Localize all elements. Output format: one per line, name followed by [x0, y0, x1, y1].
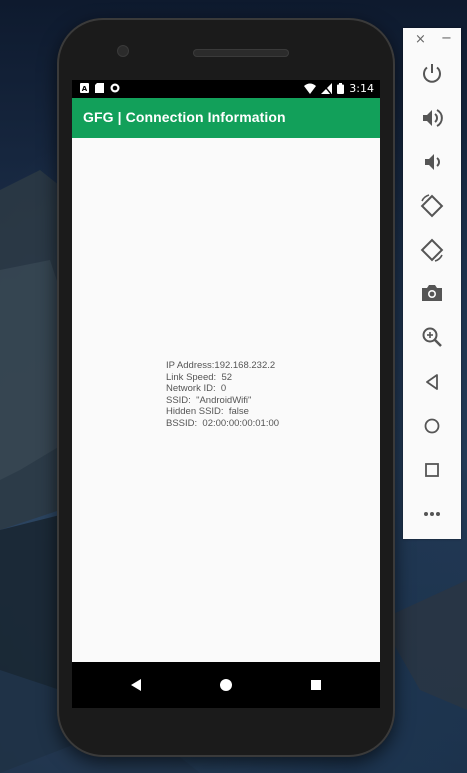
more-icon[interactable]: [419, 501, 445, 527]
status-right-icons: 3:14: [304, 82, 374, 95]
nav-back-icon[interactable]: [124, 673, 148, 697]
back-icon[interactable]: [419, 369, 445, 395]
wifi-icon: [304, 83, 317, 94]
signal-off-icon: [321, 83, 333, 94]
connection-info: IP Address:192.168.232.2 Link Speed: 52 …: [166, 360, 279, 429]
record-icon: [110, 83, 120, 93]
front-camera: [118, 46, 128, 56]
app-title: GFG | Connection Information: [83, 109, 286, 125]
nav-overview-icon[interactable]: [304, 673, 328, 697]
navigation-bar: [72, 662, 380, 708]
volume-down-icon[interactable]: [419, 149, 445, 175]
rotate-right-icon[interactable]: [419, 237, 445, 263]
network-id-text: Network ID: 0: [166, 383, 227, 394]
battery-icon: [337, 83, 345, 94]
link-speed-text: Link Speed: 52: [166, 371, 233, 383]
toolbar-minimize-button[interactable]: −: [441, 31, 452, 46]
camera-icon[interactable]: [419, 280, 445, 306]
device-screen: A 3:14 GFG | Connection Information IP A…: [72, 80, 380, 708]
zoom-icon[interactable]: [419, 324, 445, 350]
bssid-text: BSSID: 02:00:00:00:01:00: [166, 417, 280, 429]
status-left-icons: A: [80, 83, 120, 93]
app-bar: GFG | Connection Information: [72, 98, 380, 138]
status-time: 3:14: [349, 82, 374, 95]
volume-up-icon[interactable]: [419, 105, 445, 131]
status-bar: A 3:14: [72, 80, 380, 98]
ip-address-text: IP Address:192.168.232.2: [166, 360, 276, 371]
earpiece-speaker: [193, 49, 289, 57]
hidden-ssid-text: Hidden SSID: false: [166, 406, 249, 417]
overview-icon[interactable]: [419, 457, 445, 483]
toolbar-window-controls: × −: [403, 31, 461, 48]
svg-text:A: A: [82, 85, 88, 93]
emulator-toolbar: × −: [403, 28, 461, 539]
rotate-left-icon[interactable]: [419, 193, 445, 219]
ssid-text: SSID: "AndroidWifi": [166, 394, 252, 406]
sd-card-icon: [95, 83, 104, 93]
toolbar-close-button[interactable]: ×: [415, 32, 426, 47]
nav-home-icon[interactable]: [214, 673, 238, 697]
home-icon[interactable]: [419, 413, 445, 439]
power-icon[interactable]: [419, 60, 445, 86]
notification-a-icon: A: [80, 83, 89, 93]
app-content: IP Address:192.168.232.2 Link Speed: 52 …: [72, 138, 380, 662]
